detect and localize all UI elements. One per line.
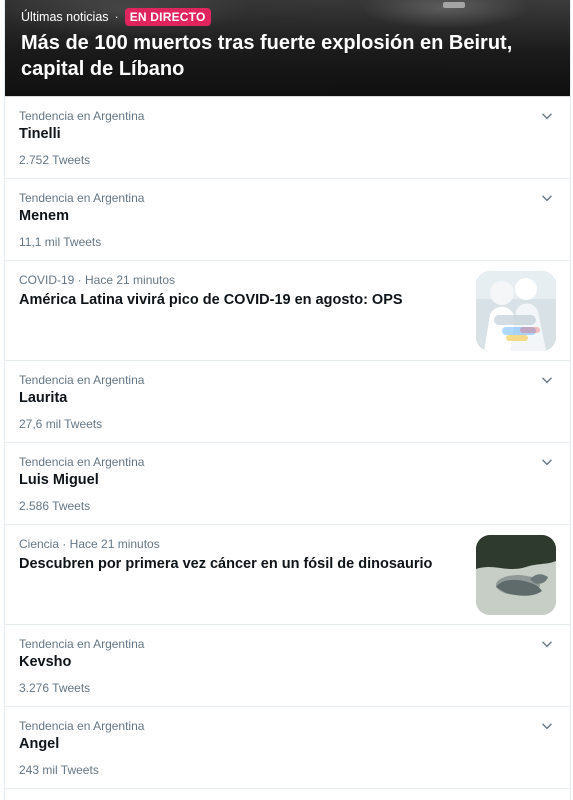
news-thumbnail[interactable] — [476, 535, 556, 615]
dinosaur-fossil-photo — [476, 535, 556, 615]
chevron-down-icon[interactable] — [538, 189, 556, 207]
chevron-down-icon[interactable] — [538, 107, 556, 125]
trend-tweet-count: 27,6 mil Tweets — [19, 417, 103, 431]
trend-tweet-count: 2.752 Tweets — [19, 153, 91, 167]
trend-title: Luis Miguel — [19, 472, 99, 488]
news-context: COVID-19 · Hace 21 minutos — [19, 273, 176, 287]
trend-item[interactable]: Tendencia en Argentina Angel 243 mil Twe… — [5, 707, 570, 789]
trend-item[interactable]: Tendencia en Argentina Tinelli 2.752 Twe… — [5, 97, 570, 179]
news-thumbnail[interactable] — [476, 271, 556, 351]
trend-context: Tendencia en Argentina — [19, 719, 145, 733]
trend-context: Tendencia en Argentina — [19, 191, 145, 205]
trend-context: Tendencia en Argentina — [19, 109, 145, 123]
news-title: América Latina vivirá pico de COVID-19 e… — [19, 292, 403, 308]
breaking-news-card[interactable]: Últimas noticias · EN DIRECTO Más de 100… — [5, 0, 570, 97]
protective-suit-workers-photo — [476, 271, 556, 351]
news-item[interactable]: Ciencia · Hace 21 minutos Descubren por … — [5, 525, 570, 625]
trend-title: Kevsho — [19, 654, 72, 670]
trend-item[interactable]: Tendencia en Argentina Menem 11,1 mil Tw… — [5, 179, 570, 261]
chevron-down-icon[interactable] — [538, 371, 556, 389]
chevron-down-icon[interactable] — [538, 717, 556, 735]
trend-context: Tendencia en Argentina — [19, 373, 145, 387]
news-title: Descubren por primera vez cáncer en un f… — [19, 556, 433, 572]
background-ship-detail — [443, 2, 465, 8]
trend-item[interactable]: Tendencia en Argentina Laurita 27,6 mil … — [5, 361, 570, 443]
trends-panel: Últimas noticias · EN DIRECTO Más de 100… — [4, 0, 571, 800]
meta-separator: · — [114, 10, 119, 24]
trend-title: Laurita — [19, 390, 68, 406]
chevron-down-icon[interactable] — [538, 635, 556, 653]
trend-tweet-count: 243 mil Tweets — [19, 763, 99, 777]
trend-context: Tendencia en Argentina — [19, 637, 145, 651]
breaking-news-headline[interactable]: Más de 100 muertos tras fuerte explosión… — [21, 30, 541, 82]
live-badge: EN DIRECTO — [124, 8, 211, 26]
trend-title: Angel — [19, 736, 60, 752]
trend-title: Tinelli — [19, 126, 61, 142]
chevron-down-icon[interactable] — [538, 453, 556, 471]
news-context: Ciencia · Hace 21 minutos — [19, 537, 160, 551]
trend-tweet-count: 11,1 mil Tweets — [19, 235, 102, 249]
breaking-news-meta: Últimas noticias · EN DIRECTO — [21, 8, 211, 26]
trend-tweet-count: 3.276 Tweets — [19, 681, 91, 695]
news-item[interactable]: COVID-19 · Hace 21 minutos América Latin… — [5, 261, 570, 361]
trend-item[interactable]: Tendencia en Argentina Kevsho 3.276 Twee… — [5, 625, 570, 707]
trend-item[interactable]: Tendencia en Argentina Luis Miguel 2.586… — [5, 443, 570, 525]
breaking-news-kicker: Últimas noticias — [21, 10, 109, 24]
trend-context: Tendencia en Argentina — [19, 455, 145, 469]
trend-title: Menem — [19, 208, 69, 224]
trend-tweet-count: 2.586 Tweets — [19, 499, 91, 513]
